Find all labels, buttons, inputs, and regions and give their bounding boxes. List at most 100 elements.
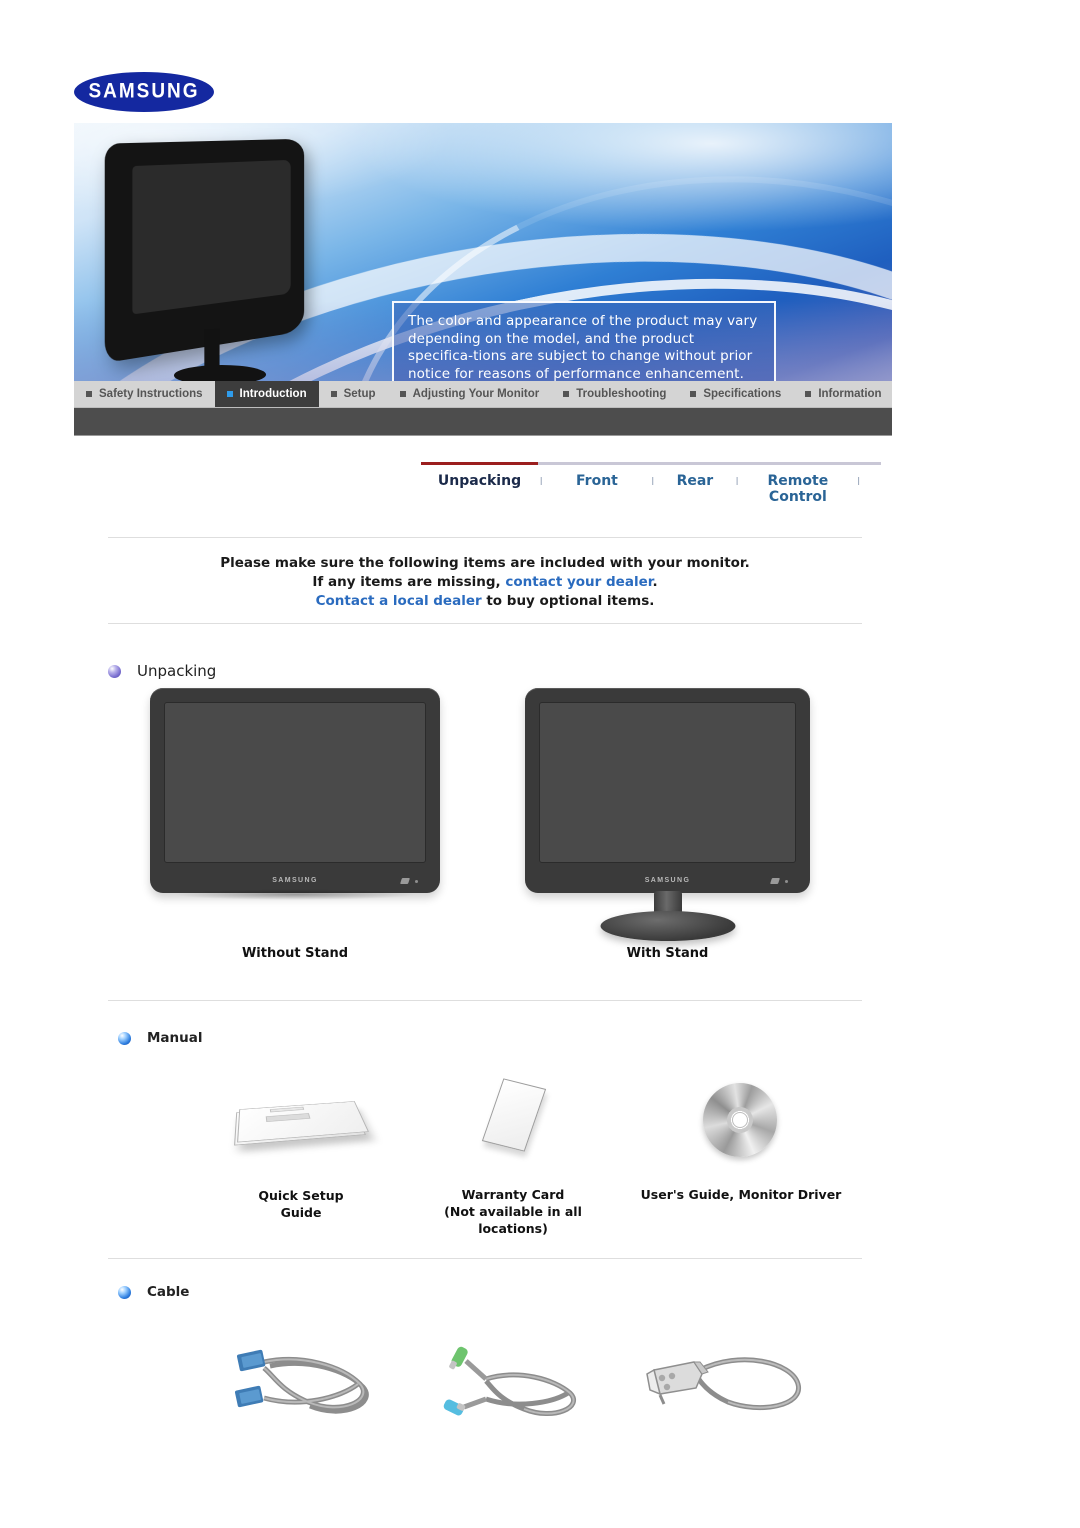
monitor-shadow: [173, 889, 417, 900]
figure-monitor-with-stand: SAMSUNG With Stand: [525, 688, 810, 961]
samsung-logo: SAMSUNG: [74, 72, 214, 112]
section-title-manual: Manual: [147, 1030, 203, 1046]
divider-manual: [108, 1258, 862, 1259]
intro-line-1: Please make sure the following items are…: [220, 555, 750, 571]
contact-local-dealer-link[interactable]: Contact a local dealer: [316, 593, 482, 609]
nav-item-troubleshooting[interactable]: Troubleshooting: [551, 381, 678, 407]
bullet-square-icon: [86, 391, 92, 397]
manual-item-quick-setup-guide: Quick Setup Guide: [234, 1085, 369, 1221]
monitor-control-keys: [400, 878, 418, 884]
hero-banner: The color and appearance of the product …: [74, 123, 892, 381]
bullet-square-icon: [399, 391, 406, 397]
manual-label-quick-setup-guide: Quick Setup Guide: [258, 1188, 344, 1220]
logo-text: SAMSUNG: [88, 79, 200, 104]
nav-label: Introduction: [239, 388, 307, 400]
intro-line-3-suffix: to buy optional items.: [481, 593, 655, 609]
tab-active-indicator: [421, 462, 538, 465]
power-key-icon: [770, 878, 780, 884]
divider-unpacking: [108, 1000, 862, 1001]
monitor-brand-label: SAMSUNG: [272, 877, 318, 884]
hero-monitor-base: [172, 365, 268, 381]
intro-text-block: Please make sure the following items are…: [108, 554, 862, 611]
figure-label-without-stand: Without Stand: [241, 946, 349, 961]
power-key-icon: [400, 878, 410, 884]
d-sub-cable-icon: [234, 1349, 369, 1414]
audio-cable-icon: [443, 1346, 576, 1416]
section-header-cable: Cable: [118, 1284, 189, 1300]
nav-item-adjusting-your-monitor[interactable]: Adjusting Your Monitor: [388, 381, 552, 407]
bullet-square-icon: [690, 391, 697, 397]
monitor-with-stand: SAMSUNG: [525, 688, 810, 941]
bullet-square-icon: [330, 391, 337, 397]
monitor-bezel: [525, 688, 810, 893]
nav-label: Troubleshooting: [576, 388, 667, 400]
nav-item-safety-instructions[interactable]: Safety Instructions: [74, 381, 215, 407]
section-header-manual: Manual: [118, 1030, 203, 1046]
nav-label: Safety Instructions: [99, 388, 203, 400]
intro-line-3: Contact a local dealer to buy optional i…: [108, 592, 862, 611]
cable-item-d-sub: [222, 1340, 392, 1445]
monitor-bezel: [150, 688, 440, 893]
nav-accent-bar: [74, 408, 892, 436]
bullet-square-icon: [805, 391, 812, 397]
section-header-unpacking: Unpacking: [108, 662, 216, 680]
divider-top: [108, 537, 862, 538]
tab-separator-icon: l: [857, 476, 860, 488]
led-indicator-icon: [415, 879, 418, 883]
hero-disclaimer-box: The color and appearance of the product …: [392, 301, 776, 381]
cable-item-power-cord: [636, 1340, 816, 1440]
monitor-screen: [164, 702, 426, 863]
figure-monitor-without-stand: SAMSUNG Without Stand: [150, 688, 440, 961]
bullet-sphere-icon: [108, 664, 121, 678]
nav-label: Adjusting Your Monitor: [412, 388, 540, 400]
bullet-sphere-icon: [118, 1031, 131, 1045]
intro-line-2-suffix: .: [652, 574, 658, 590]
tab-front[interactable]: Front: [544, 473, 649, 489]
d-sub-connector-upper: [236, 1349, 266, 1372]
cd-disc-icon: [696, 1078, 786, 1164]
manual-item-warranty-card: Warranty Card (Not available in all loca…: [408, 1078, 618, 1237]
nav-item-introduction[interactable]: Introduction: [214, 381, 319, 407]
monitor-control-keys: [770, 878, 788, 884]
nav-item-information[interactable]: Information: [793, 381, 893, 407]
nav-item-setup[interactable]: Setup: [319, 381, 388, 407]
monitor-stand-base: [600, 911, 735, 941]
bullet-sphere-icon: [118, 1285, 131, 1299]
monitor-brand-label: SAMSUNG: [644, 877, 691, 884]
audio-plug-green: [449, 1346, 468, 1370]
intro-line-2-prefix: If any items are missing,: [312, 574, 506, 590]
tab-rear[interactable]: Rear: [656, 473, 734, 489]
main-navigation: Safety Instructions Introduction Setup A…: [74, 381, 892, 408]
hero-monitor-illustration: [92, 133, 392, 381]
booklet-icon: [234, 1085, 369, 1165]
nav-item-specifications[interactable]: Specifications: [678, 381, 793, 407]
card-face: [481, 1078, 547, 1152]
audio-plug-blue: [443, 1399, 466, 1416]
section-title-unpacking: Unpacking: [137, 662, 217, 680]
page-root: SAMSUNG The color and appearance of the …: [0, 0, 1080, 1528]
divider-intro: [108, 623, 862, 624]
manual-label-warranty-card: Warranty Card: [461, 1187, 565, 1202]
power-cord-icon: [646, 1357, 801, 1410]
section-tabs: Unpacking l Front l Rear l Remote Contro…: [421, 462, 881, 505]
manual-sublabel-warranty-card: (Not available in all locations): [444, 1204, 582, 1236]
tab-remote-control[interactable]: Remote Control: [740, 473, 855, 505]
warranty-card-icon: [468, 1078, 558, 1164]
hero-monitor-screen: [132, 159, 291, 315]
figure-label-with-stand: With Stand: [626, 946, 709, 961]
contact-your-dealer-link[interactable]: contact your dealer: [505, 574, 652, 590]
monitor-screen: [539, 702, 796, 863]
cable-item-audio: [442, 1345, 602, 1445]
iec-connector: [646, 1361, 709, 1396]
nav-label: Setup: [343, 388, 376, 400]
logo-ellipse: SAMSUNG: [74, 72, 214, 112]
intro-line-2: If any items are missing, contact your d…: [108, 573, 862, 592]
tabs-rule: [421, 462, 881, 465]
monitor-without-stand: SAMSUNG: [150, 688, 440, 900]
manual-label-users-guide: User's Guide, Monitor Driver: [640, 1187, 842, 1202]
tab-unpacking[interactable]: Unpacking: [421, 473, 538, 489]
bullet-square-icon: [226, 391, 233, 397]
section-title-cable: Cable: [147, 1284, 190, 1300]
manual-item-users-guide-cd: User's Guide, Monitor Driver: [636, 1078, 846, 1203]
led-indicator-icon: [785, 879, 788, 883]
